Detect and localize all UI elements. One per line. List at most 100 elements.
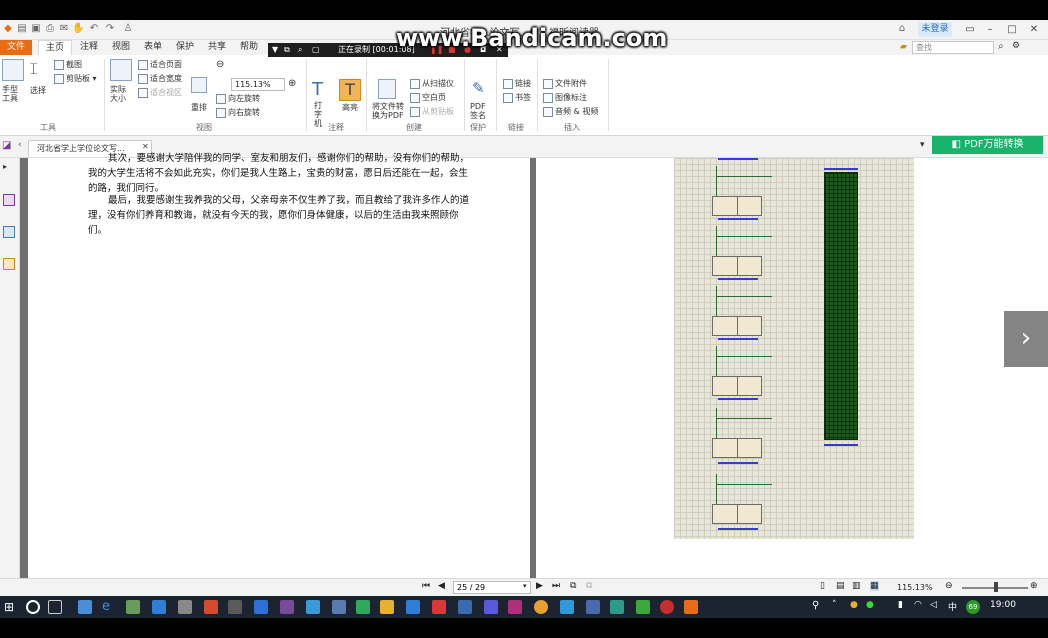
minimize-button[interactable]: – [980, 22, 1000, 37]
file-attachment-button[interactable]: 文件附件 [543, 78, 587, 89]
taskbar-app-icon[interactable] [432, 600, 446, 614]
volume-icon[interactable]: ◁ [930, 600, 937, 610]
zoom-out-icon[interactable]: ⊖ [945, 581, 953, 591]
taskbar-app-icon[interactable] [636, 600, 650, 614]
taskbar-app-icon[interactable] [332, 600, 346, 614]
taskbar-app-icon[interactable] [406, 600, 420, 614]
palette-icon[interactable]: ◪ [2, 140, 11, 151]
audio-video-button[interactable]: 音频 & 视频 [543, 106, 598, 117]
taskbar-app-icon[interactable] [254, 600, 268, 614]
single-page-icon[interactable]: ▯ [820, 581, 825, 591]
first-page-icon[interactable]: ⏮ [422, 581, 430, 591]
window-icon[interactable]: ⧉ [284, 43, 290, 57]
search-icon[interactable] [26, 600, 40, 614]
taskbar-app-icon[interactable] [228, 600, 242, 614]
print-icon[interactable]: ⎙ [44, 23, 56, 35]
blank-page-button[interactable]: 空白页 [410, 92, 446, 103]
convert-to-pdf-button[interactable]: 将文件转换为PDF [372, 102, 408, 120]
taskbar-app-icon[interactable] [586, 600, 600, 614]
taskbar-app-icon[interactable] [78, 600, 92, 614]
tab-view[interactable]: 视图 [108, 40, 134, 55]
region-icon[interactable]: ▢ [312, 43, 320, 57]
network-icon[interactable]: ▮ [898, 600, 903, 610]
from-clipboard-button[interactable]: 从剪贴板 [410, 106, 454, 117]
task-view-icon[interactable] [48, 600, 62, 614]
zoom-out-icon[interactable]: ⊖ [216, 59, 224, 70]
file-explorer-icon[interactable] [380, 600, 394, 614]
input-method-indicator[interactable]: 中 [948, 600, 957, 613]
screenshot-button[interactable]: 截图 [54, 59, 82, 70]
taskbar-app-icon[interactable] [204, 600, 218, 614]
undo-icon[interactable]: ↶ [88, 23, 100, 35]
email-icon[interactable]: ✉ [58, 23, 70, 35]
tab-share[interactable]: 共享 [204, 40, 230, 55]
comments-panel-icon[interactable] [3, 258, 15, 270]
wifi-icon[interactable]: ◠ [914, 600, 922, 610]
zoom-in-icon[interactable]: ⊕ [1030, 581, 1038, 591]
ribbon-toggle-icon[interactable]: ▭ [960, 22, 980, 37]
typewriter-button[interactable]: 打字机 [314, 101, 328, 128]
magnifier-icon[interactable]: ⌕ [298, 43, 302, 57]
tab-home[interactable]: 主页 [38, 40, 72, 55]
bookmark-button[interactable]: 书签 [503, 92, 531, 103]
tab-comment[interactable]: 注释 [76, 40, 102, 55]
taskbar-app-icon[interactable] [152, 600, 166, 614]
login-button[interactable]: 未登录 [918, 22, 952, 37]
rotate-left-button[interactable]: 向左旋转 [216, 93, 260, 104]
taskbar-app-icon[interactable] [280, 600, 294, 614]
rotate-right-button[interactable]: 向右旋转 [216, 107, 260, 118]
chevron-up-icon[interactable]: ˄ [832, 600, 837, 610]
skin-icon[interactable]: ⌂ [896, 23, 908, 35]
close-tab-icon[interactable]: ✕ [142, 142, 149, 151]
pdf-sign-button[interactable]: PDF签名 [470, 102, 488, 120]
fit-page-button[interactable]: 适合页面 [138, 59, 182, 70]
zoom-slider-thumb[interactable] [994, 582, 998, 592]
maximize-button[interactable]: □ [1002, 22, 1022, 37]
calculator-icon[interactable] [178, 600, 192, 614]
stamp-icon[interactable]: ♙ [122, 23, 134, 35]
folder-icon[interactable]: ▰ [900, 42, 907, 52]
taskbar-app-icon[interactable] [126, 600, 140, 614]
link-button[interactable]: 链接 [503, 78, 531, 89]
windows-start-icon[interactable]: ⊞ [4, 600, 18, 614]
chrome-browser-icon[interactable] [534, 600, 548, 614]
taskbar-app-icon[interactable] [508, 600, 522, 614]
highlight-button[interactable]: 高亮 [342, 102, 358, 113]
taskbar-app-icon[interactable] [560, 600, 574, 614]
facing-page-icon[interactable]: ▥ [852, 581, 861, 591]
open-icon[interactable]: ▤ [16, 23, 28, 35]
edge-browser-icon[interactable]: e [102, 600, 116, 614]
tray-app-icon[interactable]: ● [850, 600, 858, 610]
next-page-icon[interactable]: ▶ [536, 581, 543, 591]
gear-icon[interactable]: ⚙ [1012, 41, 1020, 51]
tab-file[interactable]: 文件 [0, 40, 32, 55]
hand-icon[interactable]: ✋ [72, 23, 84, 35]
actual-size-button[interactable]: 实际大小 [110, 85, 132, 103]
search-input[interactable]: 查找 [912, 41, 994, 54]
chevron-down-icon[interactable]: ▾ [920, 140, 925, 150]
taskbar-app-icon[interactable] [458, 600, 472, 614]
fit-width-button[interactable]: 适合宽度 [138, 73, 182, 84]
taskbar-app-icon[interactable] [484, 600, 498, 614]
tab-help[interactable]: 帮助 [236, 40, 262, 55]
save-icon[interactable]: ▣ [30, 23, 42, 35]
image-annotation-button[interactable]: 图像标注 [543, 92, 587, 103]
last-page-icon[interactable]: ⏭ [552, 581, 560, 591]
previous-view-icon[interactable]: ⧉ [570, 581, 576, 591]
taskbar-app-icon[interactable] [306, 600, 320, 614]
reflow-button[interactable]: 重排 [191, 102, 207, 113]
close-button[interactable]: ✕ [1024, 22, 1044, 37]
next-page-arrow[interactable]: › [1004, 311, 1048, 367]
chevron-left-icon[interactable]: ‹ [18, 140, 22, 150]
bandicam-icon[interactable] [660, 600, 674, 614]
continuous-page-icon[interactable]: ▤ [836, 581, 845, 591]
clipboard-button[interactable]: 剪贴板 ▾ [54, 73, 97, 84]
select-button[interactable]: 选择 [30, 85, 46, 96]
from-scanner-button[interactable]: 从扫描仪 [410, 78, 454, 89]
taskbar-app-icon[interactable] [356, 600, 370, 614]
people-icon[interactable]: ⚲ [812, 600, 819, 611]
pages-panel-icon[interactable] [3, 226, 15, 238]
zoom-select[interactable]: 115.13% [231, 78, 285, 91]
page-number-input[interactable]: 25 / 29 [453, 581, 531, 594]
taskbar-app-icon[interactable] [610, 600, 624, 614]
